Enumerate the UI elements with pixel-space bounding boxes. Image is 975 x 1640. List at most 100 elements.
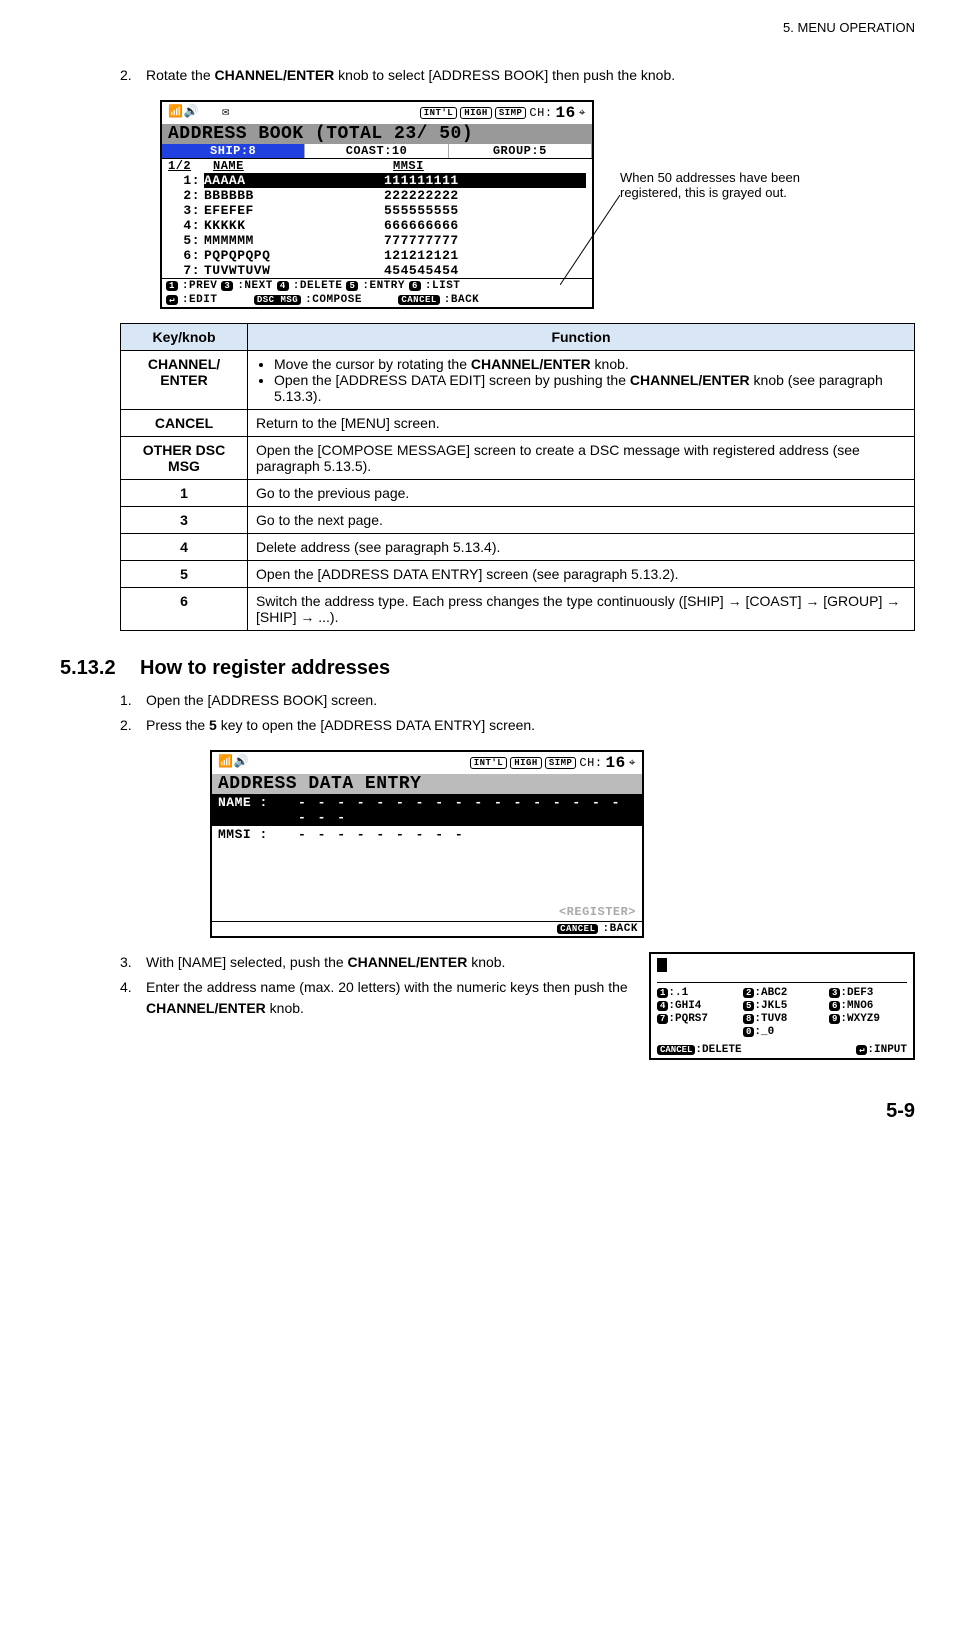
softkey-1[interactable]: 1: [166, 281, 178, 291]
row-num: 4:: [168, 218, 204, 233]
key-1[interactable]: 1: [657, 988, 668, 998]
softkey-5[interactable]: 5: [346, 281, 358, 291]
section-number: 5.13.2: [60, 657, 140, 680]
list-row[interactable]: 3:EFEFEF555555555: [162, 203, 592, 218]
step: 2.Press the 5 key to open the [ADDRESS D…: [120, 715, 915, 736]
cell-key: CANCEL: [121, 410, 248, 437]
row-mmsi: 555555555: [384, 203, 586, 218]
key-2[interactable]: 2: [743, 988, 754, 998]
step-4: 4. Enter the address name (max. 20 lette…: [120, 977, 629, 1019]
list-row[interactable]: 7:TUVWTUVW454545454: [162, 263, 592, 278]
softkey-row: CANCEL :BACK: [212, 921, 642, 936]
row-name: PQPQPQPQ: [204, 248, 384, 263]
tab-ship[interactable]: SHIP:8: [162, 144, 305, 158]
row-mmsi: 121212121: [384, 248, 586, 263]
key-8[interactable]: 8: [743, 1014, 754, 1024]
row-num: 6:: [168, 248, 204, 263]
keypad-enter[interactable]: ↵: [856, 1045, 867, 1055]
row-num: 5:: [168, 233, 204, 248]
text: With [NAME] selected, push the: [146, 954, 348, 970]
cell-key: CHANNEL/ ENTER: [121, 351, 248, 410]
keypad-key: 5:JKL5: [743, 1000, 821, 1012]
list-row[interactable]: 6:PQPQPQPQ121212121: [162, 248, 592, 263]
softkey-6[interactable]: 6: [409, 281, 421, 291]
keypad-help: 1:.12:ABC23:DEF34:GHI45:JKL56:MNO67:PQRS…: [649, 952, 915, 1060]
text: knob.: [266, 1000, 304, 1016]
step-number: 3.: [120, 952, 146, 973]
list-row[interactable]: 1:AAAAA111111111: [162, 173, 592, 188]
keypad-key: 3:DEF3: [829, 987, 907, 999]
key-9[interactable]: 9: [829, 1014, 840, 1024]
row-mmsi: 666666666: [384, 218, 586, 233]
softkey-cancel[interactable]: CANCEL: [398, 295, 439, 305]
softkey-label: :COMPOSE: [305, 294, 362, 306]
row-name: EFEFEF: [204, 203, 384, 218]
table-row: CANCELReturn to the [MENU] screen.: [121, 410, 915, 437]
callout-text: When 50 addresses have been registered, …: [620, 170, 820, 200]
softkey-4[interactable]: 4: [277, 281, 289, 291]
ch-label: CH:: [529, 106, 552, 120]
keypad-key: 0:_0: [743, 1026, 821, 1038]
row-name: TUVWTUVW: [204, 263, 384, 278]
keypad-cancel[interactable]: CANCEL: [657, 1045, 695, 1055]
row-num: 2:: [168, 188, 204, 203]
list-row[interactable]: 5:MMMMMM777777777: [162, 233, 592, 248]
table-row: CHANNEL/ ENTERMove the cursor by rotatin…: [121, 351, 915, 410]
row-mmsi: 111111111: [384, 173, 586, 188]
entry-row[interactable]: NAME :- - - - - - - - - - - - - - - - - …: [212, 794, 642, 826]
list-header: 1/2 NAME MMSI: [162, 159, 592, 173]
row-name: MMMMMM: [204, 233, 384, 248]
softkey-3[interactable]: 3: [221, 281, 233, 291]
cell-function: Move the cursor by rotating the CHANNEL/…: [248, 351, 915, 410]
keypad-key: [657, 1026, 735, 1038]
section-title: How to register addresses: [140, 657, 390, 679]
entry-row[interactable]: MMSI :- - - - - - - - -: [212, 826, 642, 843]
lcd-status-bar: 📶🔊 ✉ INT'L HIGH SIMP CH: 16 ⌖: [162, 102, 592, 124]
row-name: BBBBBB: [204, 188, 384, 203]
key-6[interactable]: 6: [829, 1001, 840, 1011]
step-number: 2.: [120, 65, 146, 86]
step-2: 2. Rotate the CHANNEL/ENTER knob to sele…: [120, 65, 915, 86]
cell-key: OTHER DSC MSG: [121, 437, 248, 480]
cell-key: 3: [121, 507, 248, 534]
lcd-address-entry: 📶🔊 INT'L HIGH SIMP CH: 16 ⌖ ADDRESS DATA…: [210, 750, 644, 938]
th-key: Key/knob: [121, 324, 248, 351]
key-5[interactable]: 5: [743, 1001, 754, 1011]
key-3[interactable]: 3: [829, 988, 840, 998]
step-text: Enter the address name (max. 20 letters)…: [146, 977, 629, 1019]
step-number: 2.: [120, 715, 146, 736]
row-name: KKKKK: [204, 218, 384, 233]
intl-badge: INT'L: [470, 757, 508, 769]
keypad-key: 8:TUV8: [743, 1013, 821, 1025]
step: 1.Open the [ADDRESS BOOK] screen.: [120, 690, 915, 711]
table-row: 6Switch the address type. Each press cha…: [121, 588, 915, 631]
page-number: 5-9: [60, 1100, 915, 1123]
softkey-label: :BACK: [602, 923, 638, 935]
list-row[interactable]: 4:KKKKK666666666: [162, 218, 592, 233]
keypad-key: 9:WXYZ9: [829, 1013, 907, 1025]
channel-number: 16: [606, 754, 626, 772]
keypad-key: 4:GHI4: [657, 1000, 735, 1012]
cell-key: 4: [121, 534, 248, 561]
key-4[interactable]: 4: [657, 1001, 668, 1011]
softkey-label: :PREV: [182, 280, 218, 292]
row-num: 1:: [168, 173, 204, 188]
cell-function: Open the [COMPOSE MESSAGE] screen to cre…: [248, 437, 915, 480]
list-row[interactable]: 2:BBBBBB222222222: [162, 188, 592, 203]
softkey-dsc[interactable]: DSC MSG: [254, 295, 301, 305]
softkey-label: :NEXT: [237, 280, 273, 292]
col-name: NAME: [213, 159, 393, 173]
softkey-enter[interactable]: ↵: [166, 295, 178, 305]
tab-group[interactable]: GROUP:5: [449, 144, 592, 158]
function-table: Key/knob Function CHANNEL/ ENTERMove the…: [120, 323, 915, 631]
text: Rotate the: [146, 67, 215, 83]
key-7[interactable]: 7: [657, 1014, 668, 1024]
table-row: 1Go to the previous page.: [121, 480, 915, 507]
key-0[interactable]: 0: [743, 1027, 754, 1037]
tab-coast[interactable]: COAST:10: [305, 144, 448, 158]
high-badge: HIGH: [460, 107, 492, 119]
softkey-cancel[interactable]: CANCEL: [557, 924, 598, 934]
softkey-row-2: ↵:EDIT DSC MSG:COMPOSE CANCEL:BACK: [162, 293, 592, 307]
table-row: OTHER DSC MSGOpen the [COMPOSE MESSAGE] …: [121, 437, 915, 480]
step-text: Press the 5 key to open the [ADDRESS DAT…: [146, 715, 535, 736]
